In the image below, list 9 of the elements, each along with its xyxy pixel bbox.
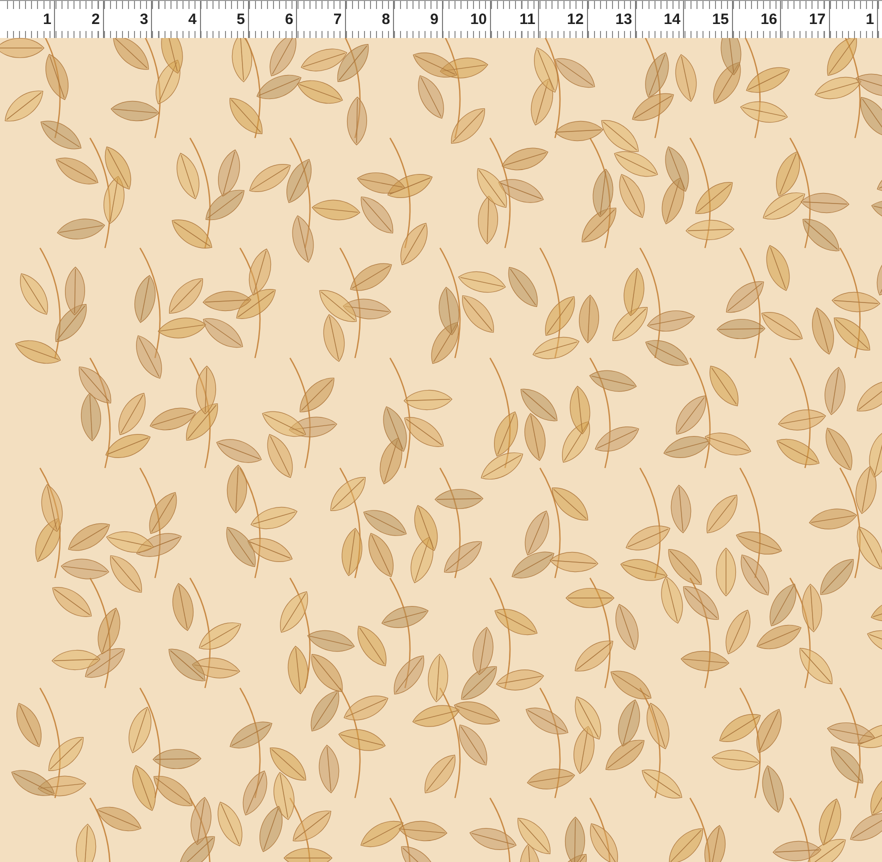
ruler-number: 10 (470, 12, 487, 28)
ruler-number: 3 (140, 12, 148, 28)
ruler-number: 16 (760, 12, 778, 28)
ruler-number: 9 (430, 12, 439, 28)
ruler-number: 6 (285, 12, 294, 28)
ruler-number: 15 (712, 12, 729, 28)
ruler-number: 13 (615, 12, 632, 28)
ruler-number: 8 (382, 12, 390, 28)
ruler-number: 5 (236, 12, 245, 28)
